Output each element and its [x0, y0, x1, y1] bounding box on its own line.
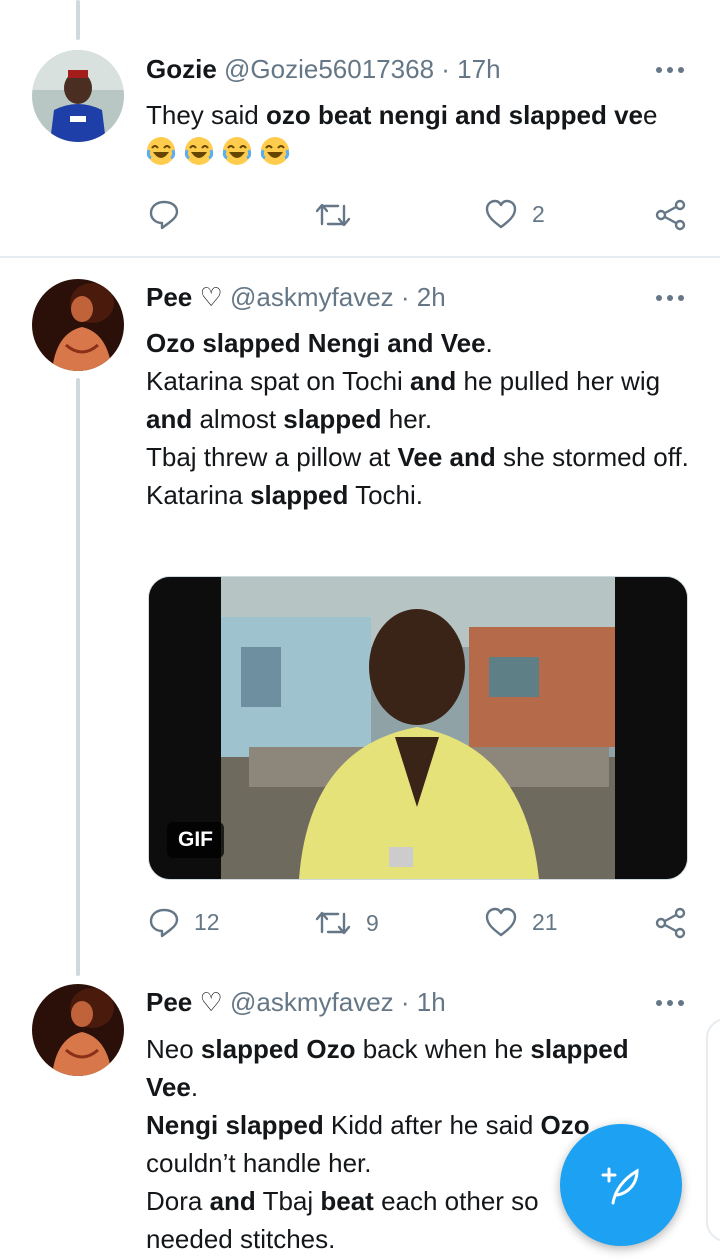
- more-icon[interactable]: [656, 67, 684, 73]
- text-run: Dora: [146, 1186, 210, 1216]
- tweet-line: Neo slapped Ozo back when he slapped Vee…: [146, 1030, 666, 1106]
- text-run: Tbaj threw a pillow at: [146, 442, 398, 472]
- text-run: Kidd after he said: [323, 1110, 541, 1140]
- like-count: 21: [532, 908, 558, 935]
- bold-text-run: and: [209, 1186, 256, 1216]
- user-handle[interactable]: @askmyfavez: [230, 987, 394, 1017]
- text-run: he pulled her wig: [456, 366, 661, 396]
- text-run: needed stitches.: [146, 1224, 336, 1254]
- share-button[interactable]: [654, 198, 688, 232]
- tweet-divider: [0, 256, 720, 258]
- share-icon: [655, 907, 686, 939]
- text-run: she stormed off.: [495, 442, 689, 472]
- reply-button[interactable]: 12: [148, 906, 220, 938]
- gif-badge: GIF: [167, 822, 224, 858]
- tweet-line: Tbaj threw a pillow at Vee and she storm…: [146, 438, 691, 476]
- heart-icon: [485, 907, 517, 937]
- bold-text-run: slapped Ozo: [200, 1034, 356, 1064]
- bold-text-run: ozo beat nengi and slapped ve: [265, 100, 644, 130]
- retweet-icon: [315, 203, 351, 227]
- user-handle[interactable]: @askmyfavez: [230, 282, 394, 312]
- text-run: e: [643, 100, 658, 130]
- reply-icon: [149, 908, 179, 938]
- avatar-pee[interactable]: [32, 279, 124, 371]
- bold-text-run: slapped: [250, 480, 349, 510]
- more-icon[interactable]: [656, 1000, 684, 1006]
- timestamp[interactable]: · 17h: [441, 54, 500, 84]
- avatar-gozie[interactable]: [32, 50, 124, 142]
- display-name[interactable]: Pee ♡: [146, 987, 223, 1017]
- tweet-line: Katarina slapped Tochi.: [146, 476, 691, 514]
- like-button[interactable]: 2: [484, 198, 545, 230]
- text-run: couldn’t handle her.: [146, 1148, 372, 1178]
- tweet-text: Ozo slapped Nengi and Vee. Katarina spat …: [146, 324, 691, 514]
- text-run: her.: [381, 404, 433, 434]
- reply-icon: [149, 200, 179, 230]
- retweet-button[interactable]: [314, 200, 366, 230]
- bold-text-run: Nengi slapped: [146, 1110, 324, 1140]
- more-icon[interactable]: [656, 295, 684, 301]
- display-name[interactable]: Gozie: [146, 54, 217, 84]
- text-run: each other so: [373, 1186, 539, 1216]
- bold-text-run: and: [410, 366, 457, 396]
- laughing-emoji-icon: [146, 137, 184, 165]
- bold-text-run: slapped: [283, 404, 382, 434]
- display-name[interactable]: Pee ♡: [146, 282, 223, 312]
- text-run: back when he: [355, 1034, 531, 1064]
- text-run: Neo: [146, 1034, 201, 1064]
- like-button[interactable]: 21: [484, 906, 558, 938]
- timestamp[interactable]: · 2h: [401, 282, 446, 312]
- tweet-header: Pee ♡ @askmyfavez · 2h: [146, 282, 446, 313]
- tweet-header: Gozie @Gozie56017368 · 17h: [146, 54, 501, 85]
- user-handle[interactable]: @Gozie56017368: [224, 54, 434, 84]
- like-count: 2: [532, 200, 545, 227]
- tweet-text: They said ozo beat nengi and slapped vee: [146, 96, 691, 134]
- tweet-header: Pee ♡ @askmyfavez · 1h: [146, 987, 446, 1018]
- text-run: Tochi.: [348, 480, 424, 510]
- text-run: almost: [192, 404, 284, 434]
- share-icon: [655, 199, 686, 231]
- text-run: Tbaj: [255, 1186, 321, 1216]
- bold-text-run: and: [146, 404, 193, 434]
- tweet-line: Ozo slapped Nengi and Vee.: [146, 324, 691, 362]
- timestamp[interactable]: · 1h: [401, 987, 446, 1017]
- bold-text-run: Ozo: [540, 1110, 590, 1140]
- share-button[interactable]: [654, 906, 688, 940]
- text-run: They said: [146, 100, 266, 130]
- compose-tweet-icon: [601, 1167, 639, 1205]
- text-run: .: [190, 1072, 199, 1102]
- tweet-line: Katarina spat on Tochi and he pulled her…: [146, 362, 691, 438]
- compose-tweet-button[interactable]: [560, 1124, 682, 1246]
- gif-media[interactable]: GIF: [148, 576, 688, 880]
- reply-count: 12: [194, 908, 220, 935]
- tweet-line: They said ozo beat nengi and slapped vee: [146, 96, 691, 134]
- text-run: Katarina spat on Tochi: [146, 366, 411, 396]
- reply-button[interactable]: [148, 198, 194, 230]
- thread-line-top: [76, 0, 80, 40]
- retweet-icon: [315, 911, 351, 935]
- emoji-row: [146, 136, 298, 166]
- retweet-count: 9: [366, 909, 379, 936]
- text-run: Katarina: [146, 480, 251, 510]
- heart-icon: [485, 199, 517, 229]
- thread-line: [76, 378, 80, 976]
- laughing-emoji-icon: [260, 137, 298, 165]
- bold-text-run: Vee and: [397, 442, 496, 472]
- bold-text-run: beat: [320, 1186, 374, 1216]
- laughing-emoji-icon: [184, 137, 222, 165]
- bold-text-run: Ozo slapped Nengi and Vee: [146, 328, 486, 358]
- gif-preview-image: [149, 577, 687, 879]
- partial-card-edge: [706, 1018, 720, 1242]
- text-run: .: [485, 328, 493, 358]
- retweet-button[interactable]: 9: [314, 908, 379, 938]
- avatar-pee[interactable]: [32, 984, 124, 1076]
- laughing-emoji-icon: [222, 137, 260, 165]
